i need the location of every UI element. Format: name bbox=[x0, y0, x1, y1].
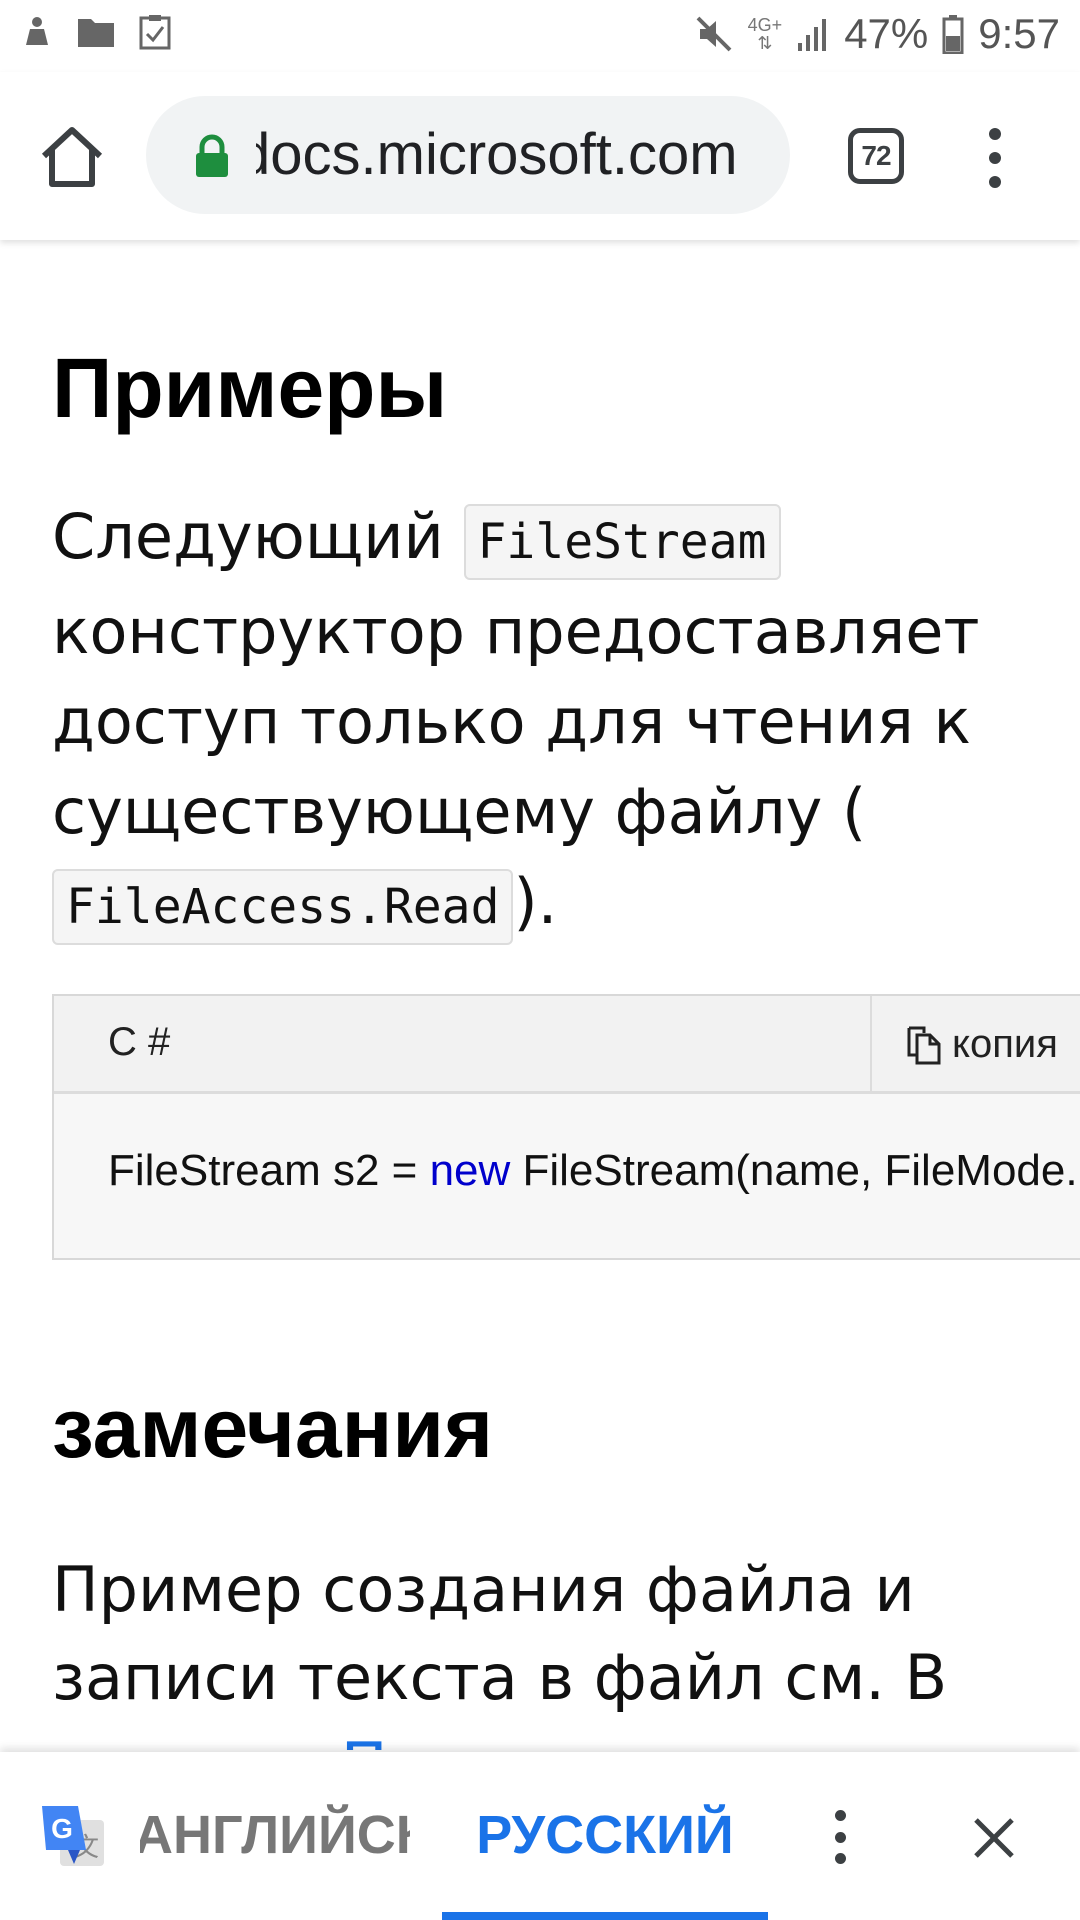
battery-percent: 47% bbox=[844, 10, 929, 57]
network-type: 4G+ ⇅ bbox=[747, 15, 783, 53]
code-line: FileStream s2 = new FileStream(name, Fil… bbox=[108, 1146, 1078, 1195]
copy-label: копия bbox=[952, 1022, 1058, 1066]
mute-icon bbox=[696, 16, 732, 52]
inline-code-fileaccess: FileAccess.Read bbox=[52, 869, 514, 945]
header-divider bbox=[870, 996, 872, 1094]
url-text[interactable]: docs.microsoft.com bbox=[256, 120, 756, 190]
browser-menu-icon[interactable] bbox=[980, 128, 1010, 188]
copy-icon bbox=[907, 1026, 941, 1064]
status-bar: 4G+ ⇅ 47% 9:57 bbox=[0, 0, 1080, 72]
clock: 9:57 bbox=[978, 10, 1060, 57]
source-language-tab[interactable]: АНГЛИЙСКИЙ bbox=[140, 1804, 410, 1872]
heading-examples: Примеры bbox=[52, 341, 448, 435]
lock-icon bbox=[196, 134, 228, 177]
inline-code-filestream: FileStream bbox=[463, 504, 781, 580]
close-icon[interactable] bbox=[966, 1810, 1022, 1866]
remarks-paragraph: Пример создания файла и записи текста в … bbox=[52, 1546, 1012, 1750]
home-icon[interactable] bbox=[36, 122, 108, 194]
status-notifications bbox=[20, 14, 172, 50]
selected-tab-indicator bbox=[442, 1912, 768, 1920]
google-translate-icon: 文 G bbox=[42, 1806, 104, 1866]
page-content: Примеры Следующий FileStream конструктор… bbox=[0, 240, 1080, 1750]
code-keyword: new bbox=[429, 1146, 511, 1195]
target-language-tab[interactable]: РУССКИЙ bbox=[442, 1804, 768, 1866]
url-bar[interactable]: docs.microsoft.com bbox=[146, 96, 790, 214]
copy-button[interactable]: копия bbox=[906, 1022, 1058, 1067]
examples-paragraph: Следующий FileStream конструктор предост… bbox=[52, 492, 1012, 952]
practical-guide-link[interactable]: Практическое bbox=[341, 1729, 801, 1750]
status-indicators: 4G+ ⇅ 47% 9:57 bbox=[694, 10, 1060, 58]
notification-app-icon bbox=[26, 17, 48, 45]
translate-bar: 文 G АНГЛИЙСКИЙ РУССКИЙ bbox=[0, 1752, 1080, 1920]
folder-icon bbox=[78, 19, 114, 47]
code-block: C # копия FileStream s2 = new FileStream… bbox=[52, 994, 1080, 1260]
code-language-label: C # bbox=[108, 1020, 171, 1064]
code-block-header: C # копия bbox=[54, 996, 1080, 1094]
tab-switcher-button[interactable]: 72 bbox=[848, 128, 904, 184]
signal-icon bbox=[798, 19, 827, 51]
checklist-icon bbox=[139, 15, 171, 50]
translate-menu-icon[interactable] bbox=[828, 1810, 852, 1864]
heading-remarks: замечания bbox=[52, 1381, 493, 1475]
battery-icon bbox=[942, 15, 964, 54]
svg-text:G: G bbox=[51, 1813, 73, 1844]
browser-toolbar: docs.microsoft.com 72 bbox=[0, 72, 1080, 240]
